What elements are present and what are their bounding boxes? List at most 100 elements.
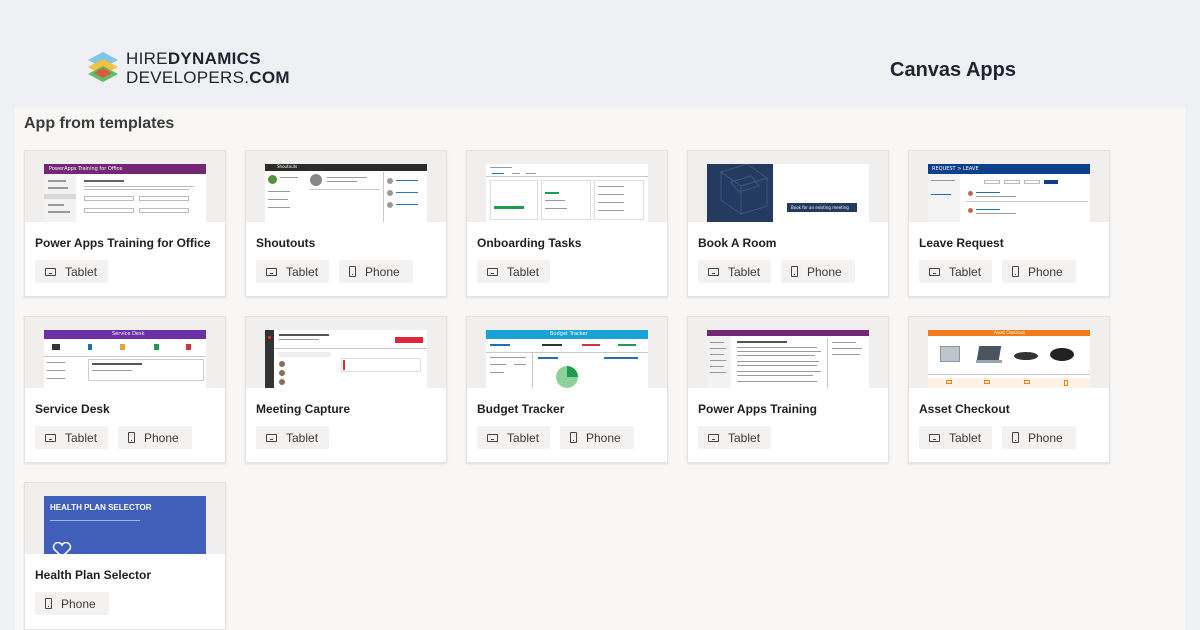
phone-icon [791, 266, 798, 277]
chip-label: Phone [586, 430, 621, 445]
thumb-button-text: Book for an existing meeting [791, 205, 849, 210]
phone-icon [570, 432, 577, 443]
tablet-icon [45, 267, 56, 276]
chip-label: Phone [144, 430, 179, 445]
logo-text-com: COM [249, 68, 290, 87]
template-thumbnail: Shoutouts [265, 164, 427, 222]
page-title: Canvas Apps [890, 59, 1016, 81]
thumbnail-frame: HEALTH PLAN SELECTOR [25, 483, 225, 554]
brand-logo[interactable]: HIREDYNAMICS DEVELOPERS.COM [86, 50, 290, 86]
thumb-header-text: HEALTH PLAN SELECTOR [50, 503, 152, 512]
phone-icon [1012, 266, 1019, 277]
template-thumbnail: PowerApps Training for Office [44, 164, 206, 222]
tablet-icon [929, 433, 940, 442]
template-card-health-plan-selector[interactable]: HEALTH PLAN SELECTOR Health Plan Selecto… [24, 482, 226, 630]
thumb-header-text: Budget Tracker [550, 331, 588, 337]
template-thumbnail [707, 330, 869, 388]
chip-label: Phone [61, 596, 96, 611]
template-card-power-apps-training[interactable]: Power Apps Training Tablet [687, 316, 889, 463]
heart-icon [52, 542, 72, 554]
phone-chip[interactable]: Phone [781, 260, 855, 283]
thumbnail-frame: Service Desk [25, 317, 225, 388]
template-card-shoutouts[interactable]: Shoutouts Shoutouts Tablet Phone [245, 150, 447, 297]
chip-label: Tablet [507, 430, 540, 445]
template-card-onboarding-tasks[interactable]: Onboarding Tasks Tablet [466, 150, 668, 297]
logo-mark-icon [88, 52, 118, 82]
phone-chip[interactable]: Phone [560, 426, 634, 449]
template-name: Health Plan Selector [35, 568, 152, 582]
template-name: Meeting Capture [256, 402, 351, 416]
chip-label: Phone [807, 264, 842, 279]
template-thumbnail: Service Desk [44, 330, 206, 388]
phone-chip[interactable]: Phone [339, 260, 413, 283]
chip-label: Tablet [65, 430, 98, 445]
template-name: Shoutouts [256, 236, 316, 250]
template-thumbnail: Book for an existing meeting [707, 164, 869, 222]
tablet-chip[interactable]: Tablet [256, 426, 329, 449]
template-thumbnail: REQUEST > LEAVE [928, 164, 1090, 222]
template-card-service-desk[interactable]: Service Desk Service Desk Tablet Phone [24, 316, 226, 463]
chip-label: Phone [365, 264, 400, 279]
phone-icon [349, 266, 356, 277]
thumbnail-frame: PowerApps Training for Office [25, 151, 225, 222]
phone-chip[interactable]: Phone [1002, 426, 1076, 449]
tablet-chip[interactable]: Tablet [35, 426, 108, 449]
chip-label: Tablet [507, 264, 540, 279]
chip-label: Tablet [65, 264, 98, 279]
phone-chip[interactable]: Phone [118, 426, 192, 449]
logo-text-hire: HIRE [126, 49, 168, 68]
tablet-chip[interactable]: Tablet [477, 426, 550, 449]
phone-chip[interactable]: Phone [35, 592, 109, 615]
template-name: Budget Tracker [477, 402, 565, 416]
template-thumbnail [265, 330, 427, 388]
thumbnail-frame: REQUEST > LEAVE [909, 151, 1109, 222]
thumb-header-text: Service Desk [112, 331, 145, 337]
template-card-book-a-room[interactable]: Book for an existing meeting Book A Room… [687, 150, 889, 297]
tablet-icon [708, 433, 719, 442]
chip-label: Tablet [286, 430, 319, 445]
template-card-leave-request[interactable]: REQUEST > LEAVE Leave Request Tablet Pho… [908, 150, 1110, 297]
chip-label: Tablet [949, 430, 982, 445]
chip-label: Tablet [949, 264, 982, 279]
thumbnail-frame: Asset Checkout [909, 317, 1109, 388]
phone-chip[interactable]: Phone [1002, 260, 1076, 283]
chip-label: Phone [1028, 430, 1063, 445]
section-title: App from templates [24, 115, 175, 132]
template-card-meeting-capture[interactable]: Meeting Capture Tablet [245, 316, 447, 463]
tablet-chip[interactable]: Tablet [35, 260, 108, 283]
templates-panel: App from templates PowerApps Training fo… [15, 108, 1185, 630]
thumb-header-text: Shoutouts [277, 164, 298, 169]
template-card-asset-checkout[interactable]: Asset Checkout Asset Checkout Tablet Pho… [908, 316, 1110, 463]
logo-text-dynamics: DYNAMICS [167, 49, 261, 68]
template-name: Asset Checkout [919, 402, 1010, 416]
template-name: Service Desk [35, 402, 110, 416]
tablet-chip[interactable]: Tablet [256, 260, 329, 283]
template-name: Leave Request [919, 236, 1004, 250]
template-thumbnail: HEALTH PLAN SELECTOR [44, 496, 206, 554]
tablet-chip[interactable]: Tablet [477, 260, 550, 283]
thumb-header-text: Asset Checkout [994, 330, 1025, 335]
template-name: Onboarding Tasks [477, 236, 582, 250]
chip-label: Phone [1028, 264, 1063, 279]
thumb-header-text: PowerApps Training for Office [49, 166, 123, 172]
logo-text-developers: DEVELOPERS. [126, 68, 250, 87]
tablet-chip[interactable]: Tablet [919, 260, 992, 283]
thumb-header-text: REQUEST > LEAVE [932, 166, 979, 172]
tablet-chip[interactable]: Tablet [919, 426, 992, 449]
chip-label: Tablet [728, 264, 761, 279]
tablet-icon [487, 433, 498, 442]
tablet-icon [266, 433, 277, 442]
chip-label: Tablet [286, 264, 319, 279]
thumbnail-frame [467, 151, 667, 222]
template-card-budget-tracker[interactable]: Budget Tracker Budget Tracker Tablet Pho… [466, 316, 668, 463]
template-card-power-apps-training-for-office[interactable]: PowerApps Training for Office Power Apps… [24, 150, 226, 297]
thumbnail-frame: Budget Tracker [467, 317, 667, 388]
template-thumbnail: Asset Checkout [928, 330, 1090, 388]
template-name: Power Apps Training for Office [35, 236, 211, 250]
tablet-icon [929, 267, 940, 276]
tablet-icon [45, 433, 56, 442]
tablet-chip[interactable]: Tablet [698, 426, 771, 449]
tablet-icon [487, 267, 498, 276]
chip-label: Tablet [728, 430, 761, 445]
tablet-chip[interactable]: Tablet [698, 260, 771, 283]
